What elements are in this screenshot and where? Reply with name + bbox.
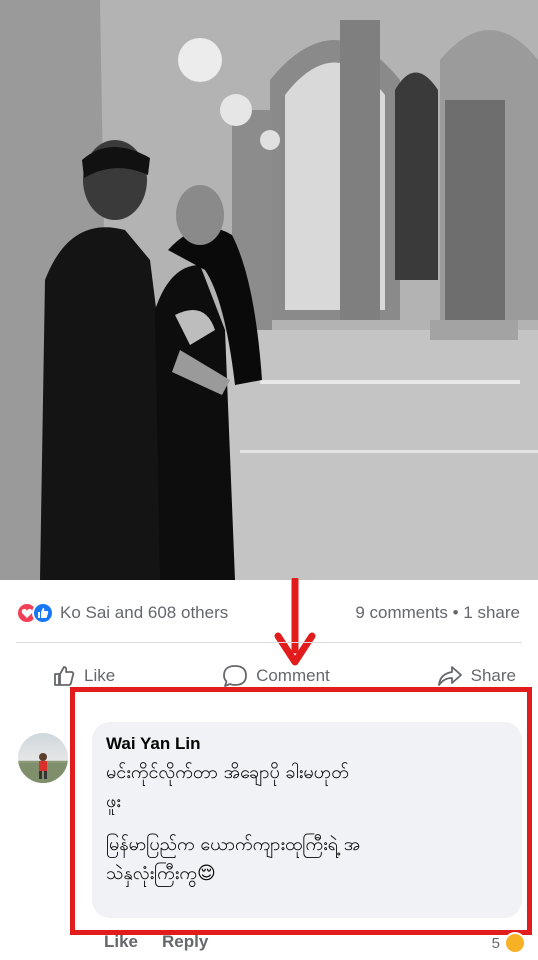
divider <box>16 642 522 643</box>
reaction-icons <box>16 602 54 624</box>
share-label: Share <box>470 666 516 685</box>
red-highlight-box <box>70 687 532 935</box>
comment-label: Comment <box>256 666 330 685</box>
post-photo[interactable] <box>0 0 538 580</box>
reactions-text: Ko Sai and 608 others <box>60 603 229 622</box>
share-button[interactable]: Share <box>437 664 516 688</box>
comment-reaction-count: 5 <box>491 934 500 952</box>
like-reaction-icon <box>32 602 54 624</box>
like-button[interactable]: Like <box>52 664 115 688</box>
commenter-avatar[interactable] <box>18 733 68 783</box>
comment-bubble-icon <box>223 665 247 687</box>
thumbs-up-icon <box>54 666 75 686</box>
avatar-photo <box>18 753 68 783</box>
haha-reaction-icon <box>504 932 526 954</box>
comments-shares-count[interactable]: 9 comments • 1 share <box>355 603 520 623</box>
reactions-summary-row: Ko Sai and 608 others 9 comments • 1 sha… <box>0 590 538 636</box>
post-photo-scene <box>0 0 538 580</box>
reactions-summary[interactable]: Ko Sai and 608 others <box>16 602 228 624</box>
comment-reactions[interactable]: 5 <box>492 932 526 954</box>
like-label: Like <box>84 666 116 685</box>
comment-actions: Like Reply <box>104 932 208 952</box>
comment-like-link[interactable]: Like <box>104 932 138 952</box>
share-arrow-icon <box>437 666 462 686</box>
comment-button[interactable]: Comment <box>222 664 330 688</box>
comment-reply-link[interactable]: Reply <box>162 932 208 952</box>
